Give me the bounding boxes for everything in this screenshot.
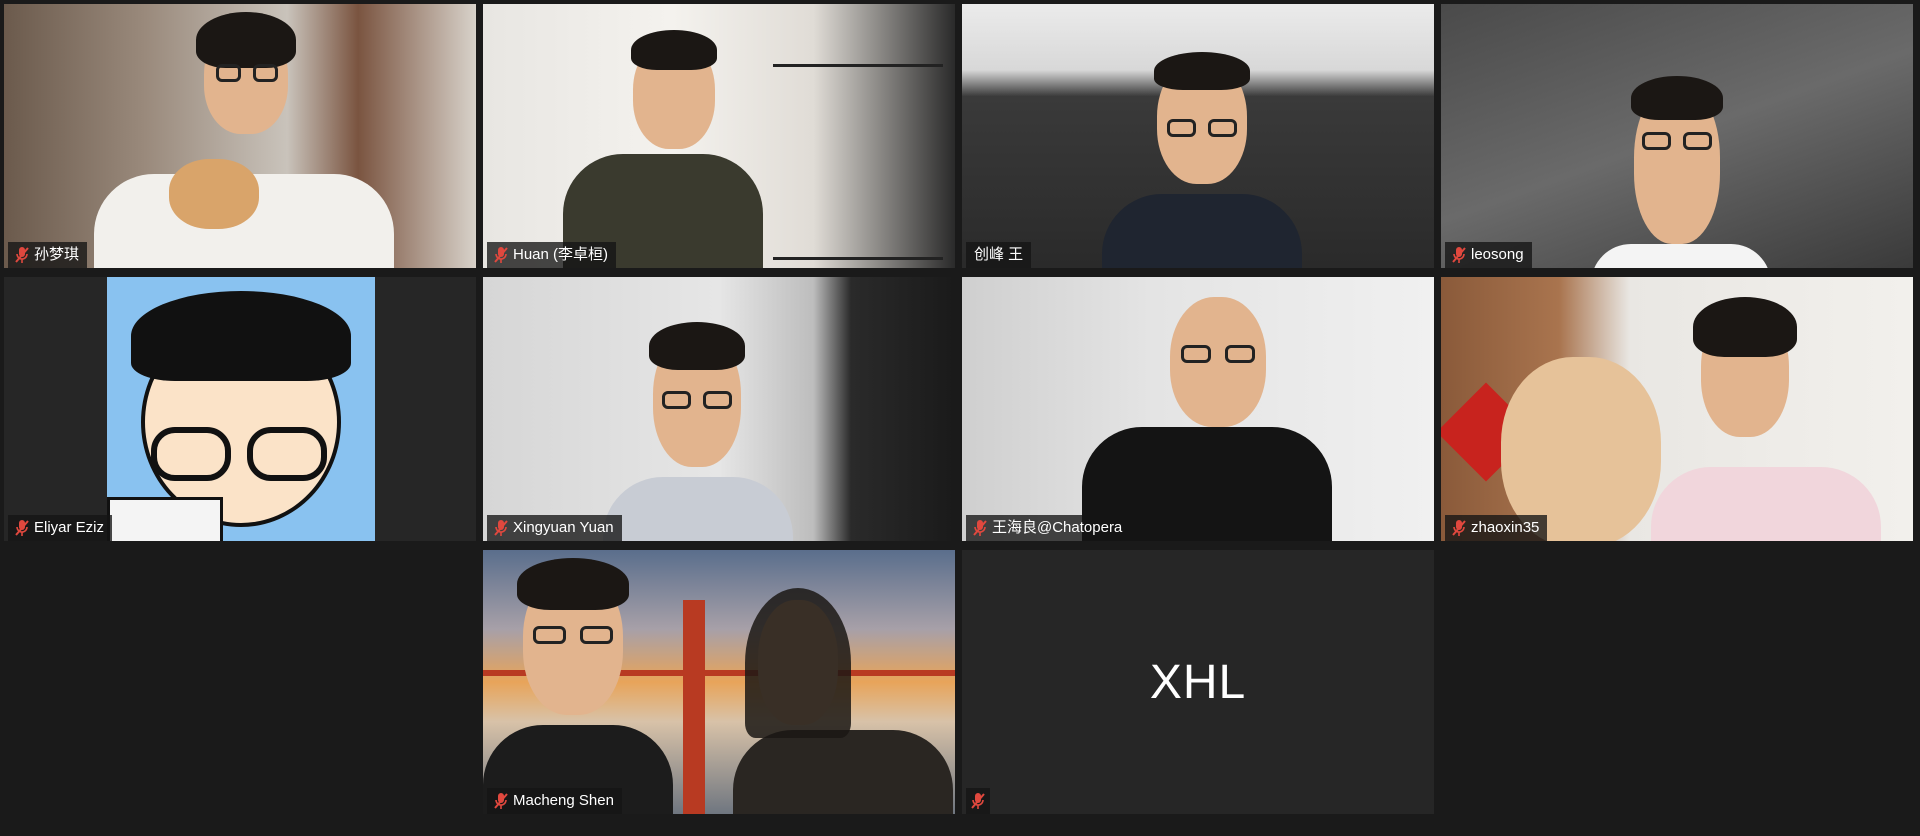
participant-name: 创峰 王: [974, 246, 1024, 263]
participant-video-5: [4, 277, 476, 541]
participant-name: Xingyuan Yuan: [513, 519, 614, 536]
cartoon-avatar-image: [107, 277, 375, 541]
mic-muted-icon: [1452, 520, 1466, 536]
participant-name-label: 孙梦琪: [8, 242, 88, 268]
participant-video-6: [483, 277, 955, 541]
participant-video-3: [962, 4, 1434, 268]
participant-tile-9[interactable]: Macheng Shen: [483, 550, 955, 814]
mic-muted-icon: [494, 247, 508, 263]
participant-name-label: Huan (李卓桓): [487, 242, 617, 268]
mic-muted-icon: [15, 520, 29, 536]
participant-name-label: 王海良@Chatopera: [966, 515, 1131, 541]
participant-name-label: Eliyar Eziz: [8, 515, 113, 541]
participant-initials: XHL: [1149, 655, 1247, 709]
participant-tile-10[interactable]: XHL: [962, 550, 1434, 814]
participant-tile-3[interactable]: 创峰 王: [962, 4, 1434, 268]
mic-muted-icon: [1452, 247, 1466, 263]
participant-video-1: [4, 4, 476, 268]
mic-muted-icon: [971, 793, 985, 809]
participant-video-7: [962, 277, 1434, 541]
participant-name: 孙梦琪: [34, 246, 80, 263]
mic-muted-icon: [15, 247, 29, 263]
participant-name: Eliyar Eziz: [34, 519, 105, 536]
mic-muted-icon: [973, 520, 987, 536]
participant-tile-4[interactable]: leosong: [1441, 4, 1913, 268]
participant-video-4: [1441, 4, 1913, 268]
participant-name: zhaoxin35: [1471, 519, 1540, 536]
participant-video-2: [483, 4, 955, 268]
participant-tile-7[interactable]: 王海良@Chatopera: [962, 277, 1434, 541]
mic-muted-icon: [494, 520, 508, 536]
participant-name: leosong: [1471, 246, 1524, 263]
participant-name-label: Xingyuan Yuan: [487, 515, 622, 541]
participant-name: Macheng Shen: [513, 792, 614, 809]
participant-name-label: zhaoxin35: [1445, 515, 1548, 541]
participant-name: 王海良@Chatopera: [992, 519, 1123, 536]
participant-tile-8[interactable]: zhaoxin35: [1441, 277, 1913, 541]
participant-name-label: 创峰 王: [966, 242, 1032, 268]
participant-name-label: [966, 788, 990, 814]
participant-video-8: [1441, 277, 1913, 541]
participant-tile-1[interactable]: 孙梦琪: [4, 4, 476, 268]
participant-tile-2[interactable]: Huan (李卓桓): [483, 4, 955, 268]
participant-name: Huan (李卓桓): [513, 246, 609, 263]
participant-name-label: leosong: [1445, 242, 1532, 268]
mic-muted-icon: [494, 793, 508, 809]
participant-tile-6[interactable]: Xingyuan Yuan: [483, 277, 955, 541]
participant-tile-5[interactable]: Eliyar Eziz: [4, 277, 476, 541]
participant-video-9: [483, 550, 955, 814]
participant-name-label: Macheng Shen: [487, 788, 622, 814]
